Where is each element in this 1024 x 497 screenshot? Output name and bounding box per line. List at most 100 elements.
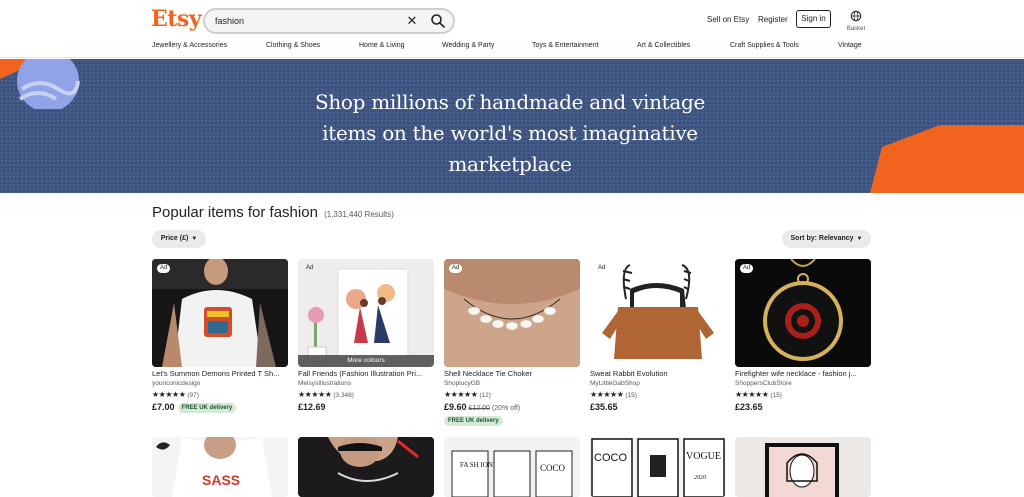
price-value: £23.65 [735,402,763,412]
necklace-photo [444,259,580,367]
shop-name: MelsysIllustrations [298,380,352,387]
sell-on-etsy-link[interactable]: Sell on Etsy [707,15,749,24]
free-delivery-badge: FREE UK delivery [444,416,503,426]
print-text: VOGUE [686,451,721,462]
category-nav: Jewellery & Accessories Clothing & Shoes… [0,42,1024,56]
product-price: £23.65 [735,402,763,412]
product-image[interactable]: Ad [152,259,288,367]
print-text: COCO [594,452,627,464]
hero-line-3: marketplace [448,152,572,176]
star-rating-icon: ★★★★★ [590,390,624,399]
product-rating: ★★★★★ (97) [152,390,199,399]
review-count: (15) [770,392,782,399]
caret-down-icon: ▼ [191,236,198,242]
price-filter-label: Price (£) [160,235,189,242]
ad-label: Ad [740,264,754,273]
product-title[interactable]: Firefighter wife necklace - fashion j... [735,369,871,378]
category-craft[interactable]: Craft Supplies & Tools [730,42,799,49]
category-toys[interactable]: Toys & Entertainment [532,42,599,49]
sort-button[interactable]: Sort by: Relevancy ▼ [782,230,871,248]
product-rating: ★★★★★ (15) [590,390,637,399]
product-image[interactable]: COCO VOGUE 2020 [590,437,726,497]
product-image[interactable]: Ad [735,259,871,367]
illustration-photo [298,259,434,367]
star-rating-icon: ★★★★★ [735,390,769,399]
star-rating-icon: ★★★★★ [298,390,332,399]
star-rating-icon: ★★★★★ [444,390,478,399]
print-text: FA SH ION [460,461,493,469]
review-count: (3,348) [333,392,354,399]
shop-name: ShoplucyGB [444,380,481,387]
product-price: £12.69 [298,402,326,412]
ad-label: Ad [598,265,606,271]
sort-label: Sort by: Relevancy [790,235,854,242]
site-header: Etsy ✕ Sell on Etsy Register Sign in Bas… [0,0,1024,58]
product-rating: ★★★★★ (15) [735,390,782,399]
ad-label: Ad [157,264,171,273]
category-clothing[interactable]: Clothing & Shoes [266,42,320,49]
shop-name: MyLittleGabShop [590,380,640,387]
product-rating: ★★★★★ (3,348) [298,390,354,399]
rabbit-sweat-photo [590,259,726,367]
results-heading: Popular items for fashion (1,331,440 Res… [152,204,394,221]
search-input[interactable] [215,13,395,29]
hero-line-1: Shop millions of handmade and vintage [314,90,706,114]
basket-label: Basket [846,26,866,32]
review-count: (15) [625,392,637,399]
sign-in-button[interactable]: Sign in [796,10,831,28]
caret-down-icon: ▼ [856,236,863,242]
clear-search-icon[interactable]: ✕ [405,12,419,30]
hero-line-2: items on the world's most imaginative [322,121,698,145]
product-card[interactable]: Ad Let's Summon Demons Printed T Sh... y… [152,259,288,429]
category-art[interactable]: Art & Collectibles [637,42,690,49]
fashion-prints-photo: FA SH ION COCO [444,437,580,497]
portrait-print-photo [735,437,871,497]
price-value: £7.00 [152,402,175,412]
category-jewellery[interactable]: Jewellery & Accessories [152,42,227,49]
etsy-logo[interactable]: Etsy [151,6,202,32]
product-image[interactable]: FA SH ION COCO [444,437,580,497]
globe-icon [850,10,862,22]
product-image[interactable]: Ad [590,259,726,367]
review-count: (97) [187,392,199,399]
price-value: £35.65 [590,402,618,412]
star-rating-icon: ★★★★★ [152,390,186,399]
product-title[interactable]: Sweat Rabbit Evolution [590,369,726,378]
product-card[interactable]: Ad Sweat Rabbit Evolution MyLittleGabSho… [590,259,726,429]
product-card[interactable]: Ad More colours Fall Friends (Fashion Il… [298,259,434,429]
register-link[interactable]: Register [758,15,788,24]
product-price: £9.60 £12.00 (20% off) [444,402,520,412]
product-image[interactable]: Ad More colours [298,259,434,367]
tshirt-print-text: SASS [202,472,240,488]
more-colours-overlay[interactable]: More colours [298,355,434,367]
shop-name: youriconicdesign [152,380,201,387]
product-title[interactable]: Let's Summon Demons Printed T Sh... [152,369,288,378]
category-vintage[interactable]: Vintage [838,42,862,49]
free-delivery-badge: FREE UK delivery [177,403,237,413]
results-title: Popular items for fashion [152,204,318,221]
ad-label: Ad [306,265,314,271]
product-title[interactable]: Fall Friends (Fashion Illustration Pri..… [298,369,434,378]
basket-button[interactable]: Basket [843,9,869,35]
original-price: £12.00 [468,405,490,412]
ad-label: Ad [449,264,463,273]
product-image[interactable]: Ad [444,259,580,367]
results-count: (1,331,440 Results) [324,210,394,219]
search-bar: ✕ [203,8,455,34]
chain-necklace-photo [298,437,434,497]
hero-banner: Shop millions of handmade and vintage it… [0,59,1024,193]
category-home[interactable]: Home & Living [359,42,405,49]
print-text: COCO [540,463,566,473]
search-icon[interactable] [430,13,446,29]
price-value: £12.69 [298,402,326,412]
product-title[interactable]: Shell Necklace Tie Choker [444,369,580,378]
print-text: 2020 [694,475,706,481]
price-filter-button[interactable]: Price (£) ▼ [152,230,206,248]
tshirt-photo [152,259,288,367]
product-image[interactable] [298,437,434,497]
product-card[interactable]: Ad Shell Necklace Tie Choker ShoplucyGB … [444,259,580,429]
product-image[interactable]: SASS [152,437,288,497]
product-card[interactable]: Ad Firefighter wife necklace - fashion j… [735,259,871,429]
category-wedding[interactable]: Wedding & Party [442,42,494,49]
product-image[interactable] [735,437,871,497]
